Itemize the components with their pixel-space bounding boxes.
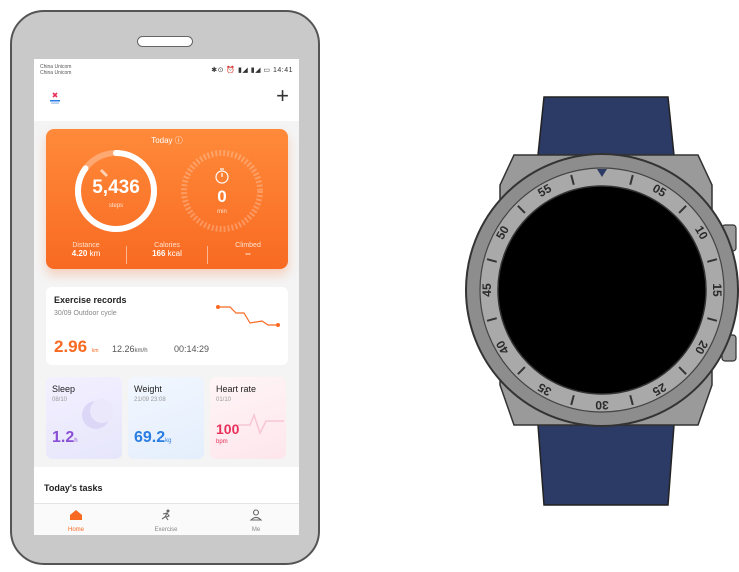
today-title: Today ⓘ — [151, 136, 183, 145]
steps-ring[interactable]: 5,436 steps — [72, 147, 160, 235]
weight-card[interactable]: Weight 21/09 23:08 69.2kg — [128, 377, 204, 459]
todays-tasks-section[interactable]: Today's tasks — [34, 467, 299, 503]
calories-unit: kcal — [167, 249, 182, 258]
sleep-date: 08/10 — [52, 397, 68, 403]
smartwatch-illustration: 0510152025303540455055 — [465, 96, 739, 506]
watch-strap-bottom — [537, 424, 675, 506]
nav-me-label: Me — [251, 527, 261, 533]
status-icons: ✱⊙ ⏰ ▮◢ ▮◢ ▭ 14:41 — [211, 66, 293, 74]
status-icons-glyphs: ✱⊙ ⏰ ▮◢ ▮◢ ▭ — [211, 67, 271, 74]
watch-display — [497, 185, 707, 395]
app-bar: + — [34, 85, 299, 121]
distance-stat: Distance 4.20 km — [46, 242, 126, 258]
sleep-card[interactable]: Sleep 08/10 1.2h — [46, 377, 122, 459]
weight-value-number: 69.2 — [134, 429, 166, 446]
steps-value: 5,436 — [92, 177, 140, 198]
active-value: 0 — [217, 187, 227, 206]
heart-rate-title: Heart rate — [216, 384, 257, 394]
phone-screen: China Unicom China Unicom ✱⊙ ⏰ ▮◢ ▮◢ ▭ 1… — [34, 59, 299, 535]
shoe-icon — [100, 169, 108, 177]
sleep-unit: h — [74, 438, 78, 444]
sleep-value-number: 1.2 — [52, 429, 75, 446]
exercise-distance: 2.96 km — [54, 337, 99, 357]
exercise-records-subtitle: 30/09 Outdoor cycle — [54, 310, 117, 317]
route-sparkline-icon — [216, 305, 280, 327]
nav-exercise-label: Exercise — [154, 527, 178, 533]
exercise-duration: 00:14:29 — [174, 344, 210, 354]
carrier-2: China Unicom — [40, 70, 72, 76]
moon-icon — [82, 399, 114, 429]
nav-home-label: Home — [67, 527, 84, 533]
exercise-speed: 12.26km/h — [112, 344, 148, 354]
phone-speaker — [137, 36, 193, 47]
heart-rate-value: 100 — [216, 421, 240, 437]
distance-unit: km — [89, 249, 101, 258]
active-time-ring[interactable]: 0 min — [178, 147, 266, 235]
weight-value: 69.2kg — [134, 429, 171, 447]
exercise-distance-unit: km — [91, 348, 99, 354]
exercise-records-title: Exercise records — [54, 295, 127, 305]
todays-tasks-title: Today's tasks — [44, 483, 103, 493]
steps-unit: steps — [108, 203, 124, 209]
weight-title: Weight — [134, 384, 162, 394]
bottom-nav: Home Exercise Me — [34, 503, 299, 535]
status-time: 14:41 — [272, 67, 293, 74]
today-activity-card[interactable]: Today ⓘ 5,436 steps 0 min Distance 4.20 … — [46, 129, 288, 269]
distance-label: Distance — [72, 242, 100, 249]
health-logo-icon — [50, 92, 60, 104]
sleep-value: 1.2h — [52, 429, 78, 447]
add-button[interactable]: + — [276, 85, 289, 107]
exercise-speed-value: 12.26 — [112, 344, 135, 354]
nav-me[interactable]: Me — [226, 508, 286, 533]
bezel-label: 45 — [480, 283, 494, 297]
distance-value: 4.20 — [71, 249, 88, 258]
exercise-distance-value: 2.96 — [54, 337, 88, 356]
home-icon — [70, 510, 82, 520]
active-unit: min — [217, 209, 227, 215]
carrier-names: China Unicom China Unicom — [40, 64, 71, 76]
person-icon — [249, 509, 263, 521]
calories-stat: Calories 166 kcal — [127, 242, 207, 258]
weight-unit: kg — [165, 438, 172, 444]
phone-frame: China Unicom China Unicom ✱⊙ ⏰ ▮◢ ▮◢ ▭ 1… — [10, 10, 320, 565]
status-bar: China Unicom China Unicom ✱⊙ ⏰ ▮◢ ▮◢ ▭ 1… — [34, 59, 299, 87]
nav-home[interactable]: Home — [46, 508, 106, 533]
watch-strap-top — [537, 96, 675, 156]
runner-icon — [161, 509, 170, 521]
heart-rate-date: 01/10 — [216, 397, 232, 403]
exercise-records-card[interactable]: Exercise records 30/09 Outdoor cycle 2.9… — [46, 287, 288, 365]
plus-icon: + — [276, 83, 289, 108]
nav-exercise[interactable]: Exercise — [136, 508, 196, 533]
heart-rate-card[interactable]: Heart rate 01/10 100 bpm — [210, 377, 286, 459]
climbed-value: -- — [245, 249, 251, 258]
climbed-stat: Climbed -- — [208, 242, 288, 258]
weight-date: 21/09 23:08 — [134, 397, 166, 403]
climbed-label: Climbed — [235, 242, 261, 249]
heart-rate-unit: bpm — [216, 439, 228, 445]
sleep-title: Sleep — [52, 384, 76, 394]
today-stats: Distance 4.20 km Calories 166 kcal Climb… — [46, 242, 288, 267]
exercise-speed-unit: km/h — [134, 348, 148, 354]
bezel-label: 30 — [595, 398, 609, 412]
heartbeat-icon — [238, 412, 284, 435]
bezel-label: 15 — [710, 283, 724, 297]
calories-label: Calories — [154, 242, 180, 249]
calories-value: 166 — [152, 249, 166, 258]
